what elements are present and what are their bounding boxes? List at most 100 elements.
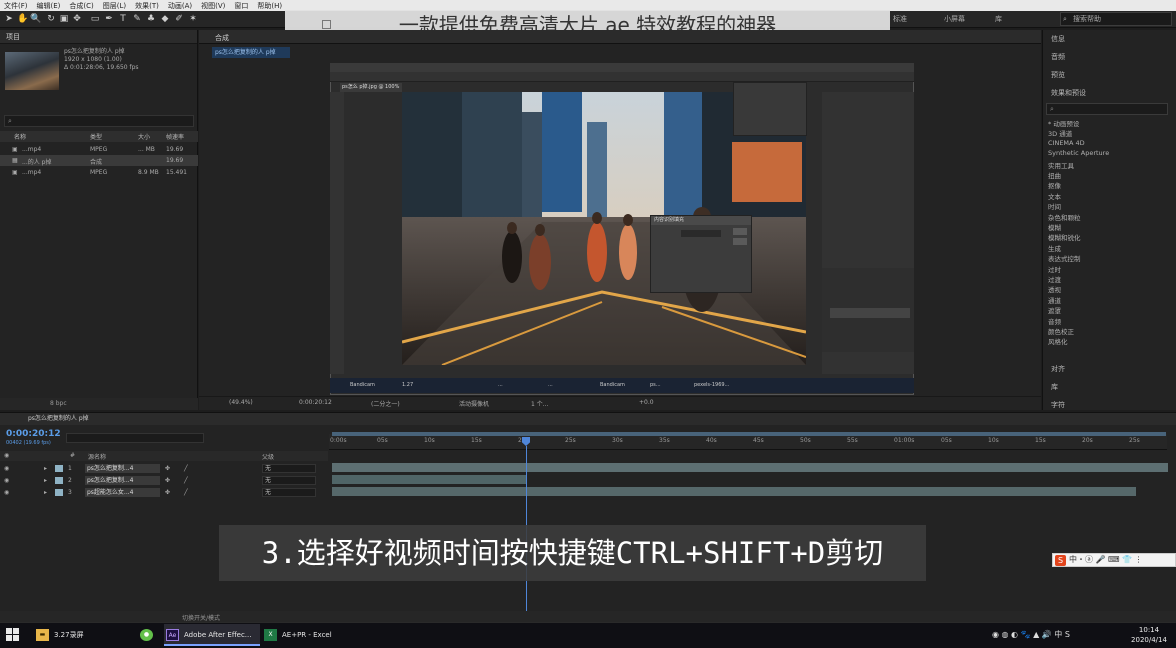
project-row[interactable]: ▣ ...mp4 MPEG ... MB 19.69	[0, 144, 198, 155]
effect-category[interactable]: CINEMA 4D	[1048, 139, 1085, 147]
roto-brush-tool-icon[interactable]: ✐	[174, 14, 184, 24]
project-search-input[interactable]: ⌕	[4, 115, 194, 127]
brush-tool-icon[interactable]: ✎	[132, 14, 142, 24]
effect-category[interactable]: 生成	[1048, 243, 1061, 253]
effect-category[interactable]: 音频	[1048, 316, 1061, 326]
bpc-label[interactable]: 8 bpc	[50, 400, 67, 407]
taskbar-clock[interactable]: 10:14 2020/4/14	[1125, 624, 1173, 646]
preview-panel-tab[interactable]: 预览	[1051, 70, 1065, 80]
library-panel-tab[interactable]: 库	[1051, 382, 1058, 392]
effect-category[interactable]: Synthetic Aperture	[1048, 149, 1109, 157]
label-color[interactable]	[55, 465, 63, 472]
menu-edit[interactable]: 编辑(E)	[37, 1, 61, 11]
shy-switch-icon[interactable]: ✤	[165, 465, 170, 472]
rotate-tool-icon[interactable]: ↻	[46, 14, 56, 24]
effect-category[interactable]: 表达式控制	[1048, 253, 1081, 263]
col-fps[interactable]: 帧速率	[166, 132, 184, 141]
inner-task-bandicam[interactable]: Bandicam	[350, 381, 375, 390]
ime-toolbar[interactable]: S 中・ⓐ 🎤 ⌨ 👕 ⋮	[1052, 553, 1176, 567]
effect-category[interactable]: 过时	[1048, 264, 1061, 274]
timeline-timecode[interactable]: 0:00:20:12	[6, 429, 61, 439]
effects-presets-tab[interactable]: 效果和预设	[1051, 88, 1086, 98]
label-color[interactable]	[55, 477, 63, 484]
menu-effect[interactable]: 效果(T)	[135, 1, 159, 11]
hand-tool-icon[interactable]: ✋	[17, 14, 28, 24]
parent-select[interactable]: 无	[262, 464, 316, 473]
windows-start-icon[interactable]	[6, 628, 20, 642]
inner-task-app2[interactable]: ...	[548, 381, 553, 390]
menu-window[interactable]: 窗口	[234, 1, 248, 11]
inner-task-image[interactable]: pexels-1969...	[694, 381, 729, 390]
eraser-tool-icon[interactable]: ◆	[160, 14, 170, 24]
col-size[interactable]: 大小	[138, 132, 150, 141]
menu-view[interactable]: 视图(V)	[201, 1, 225, 11]
layer-name[interactable]: ps怎么把复制...4	[85, 476, 160, 485]
effect-category[interactable]: 实用工具	[1048, 160, 1074, 170]
shy-switch-icon[interactable]: ✤	[165, 477, 170, 484]
exposure-offset[interactable]: +0.0	[639, 399, 654, 406]
composition-tab[interactable]: ps怎么把复制的人 p掉	[212, 47, 290, 58]
fx-switch-icon[interactable]: ╱	[184, 477, 188, 484]
taskbar-after-effects[interactable]: Ae Adobe After Effec...	[164, 624, 260, 646]
col-parent[interactable]: 父级	[262, 452, 274, 461]
layer-row[interactable]: ◉ ▸ 1 ps怎么把复制...4 ✤ ╱ 无	[0, 463, 328, 474]
views-select[interactable]: 1 个...	[531, 399, 548, 408]
inner-task-ps[interactable]: ps...	[650, 381, 661, 390]
effect-category[interactable]: 风格化	[1048, 336, 1068, 346]
expand-arrow-icon[interactable]: ▸	[44, 465, 47, 472]
effect-category[interactable]: 抠像	[1048, 180, 1061, 190]
parent-select[interactable]: 无	[262, 476, 316, 485]
effect-category[interactable]: 文本	[1048, 191, 1061, 201]
timeline-search-input[interactable]	[66, 433, 204, 443]
photoshop-document-tab[interactable]: ps怎么 p掉.jpg @ 100%	[340, 83, 402, 92]
workspace-small-screen[interactable]: 小屏幕	[944, 14, 995, 24]
resolution-select[interactable]: (二分之一)	[371, 399, 400, 408]
effect-category[interactable]: 模糊和锐化	[1048, 232, 1081, 242]
layer-row[interactable]: ◉ ▸ 3 ps超能怎么女...4 ✤ ╱ 无	[0, 487, 328, 498]
menu-help[interactable]: 帮助(H)	[257, 1, 282, 11]
eye-icon[interactable]: ◉	[4, 452, 9, 459]
layer-name[interactable]: ps超能怎么女...4	[85, 488, 160, 497]
rectangle-tool-icon[interactable]: ▭	[90, 14, 100, 24]
dialog-select[interactable]	[681, 230, 721, 237]
system-tray[interactable]: ◉ ◍ ◐ 🐾 ▲ 🔊 中 S	[992, 629, 1070, 640]
effect-category[interactable]: 扭曲	[1048, 170, 1061, 180]
effect-category[interactable]: 时间	[1048, 201, 1061, 211]
taskbar-folder[interactable]: ▬ 3.27录屏	[34, 624, 132, 646]
dialog-ok-button[interactable]	[733, 228, 747, 235]
project-row[interactable]: ▦ ...的人 p掉 合成 19.69	[0, 155, 198, 166]
visibility-eye-icon[interactable]: ◉	[4, 477, 9, 484]
fx-switch-icon[interactable]: ╱	[184, 489, 188, 496]
camera-select[interactable]: 活动摄像机	[459, 399, 489, 408]
layer-row[interactable]: ◉ ▸ 2 ps怎么把复制...4 ✤ ╱ 无	[0, 475, 328, 486]
expand-arrow-icon[interactable]: ▸	[44, 477, 47, 484]
effect-category[interactable]: 3D 通道	[1048, 128, 1072, 138]
zoom-tool-icon[interactable]: 🔍	[30, 14, 41, 24]
pan-behind-tool-icon[interactable]: ✥	[72, 14, 82, 24]
inner-task-bandicam-2[interactable]: Bandicam	[600, 381, 625, 390]
col-source-name[interactable]: 源名称	[88, 452, 106, 461]
effect-category[interactable]: * 动画预设	[1048, 118, 1079, 128]
selection-tool-icon[interactable]: ➤	[4, 14, 14, 24]
zoom-level[interactable]: (49.4%)	[229, 399, 253, 406]
expand-arrow-icon[interactable]: ▸	[44, 489, 47, 496]
character-panel-tab[interactable]: 字符	[1051, 400, 1065, 410]
pen-tool-icon[interactable]: ✒	[104, 14, 114, 24]
help-search-input[interactable]: ⌕ 搜索帮助	[1060, 12, 1172, 26]
parent-select[interactable]: 无	[262, 488, 316, 497]
info-panel-tab[interactable]: 信息	[1051, 34, 1065, 44]
inner-task-folder[interactable]: 1.27	[402, 381, 413, 390]
label-color[interactable]	[55, 489, 63, 496]
layer-track-bar[interactable]	[332, 475, 526, 484]
timeline-tab[interactable]: ps怎么把复制的人 p掉	[0, 413, 1176, 425]
workspace-standard[interactable]: 标准	[893, 14, 944, 24]
visibility-eye-icon[interactable]: ◉	[4, 465, 9, 472]
layer-track-bar[interactable]	[332, 463, 1168, 472]
workspace-libraries[interactable]: 库	[995, 14, 1046, 24]
inner-task-app1[interactable]: ...	[498, 381, 503, 390]
puppet-tool-icon[interactable]: ✶	[188, 14, 198, 24]
menu-composition[interactable]: 合成(C)	[69, 1, 93, 11]
effect-category[interactable]: 杂色和颗粒	[1048, 212, 1081, 222]
effect-category[interactable]: 颜色校正	[1048, 326, 1074, 336]
layer-track-bar[interactable]	[332, 487, 1136, 496]
